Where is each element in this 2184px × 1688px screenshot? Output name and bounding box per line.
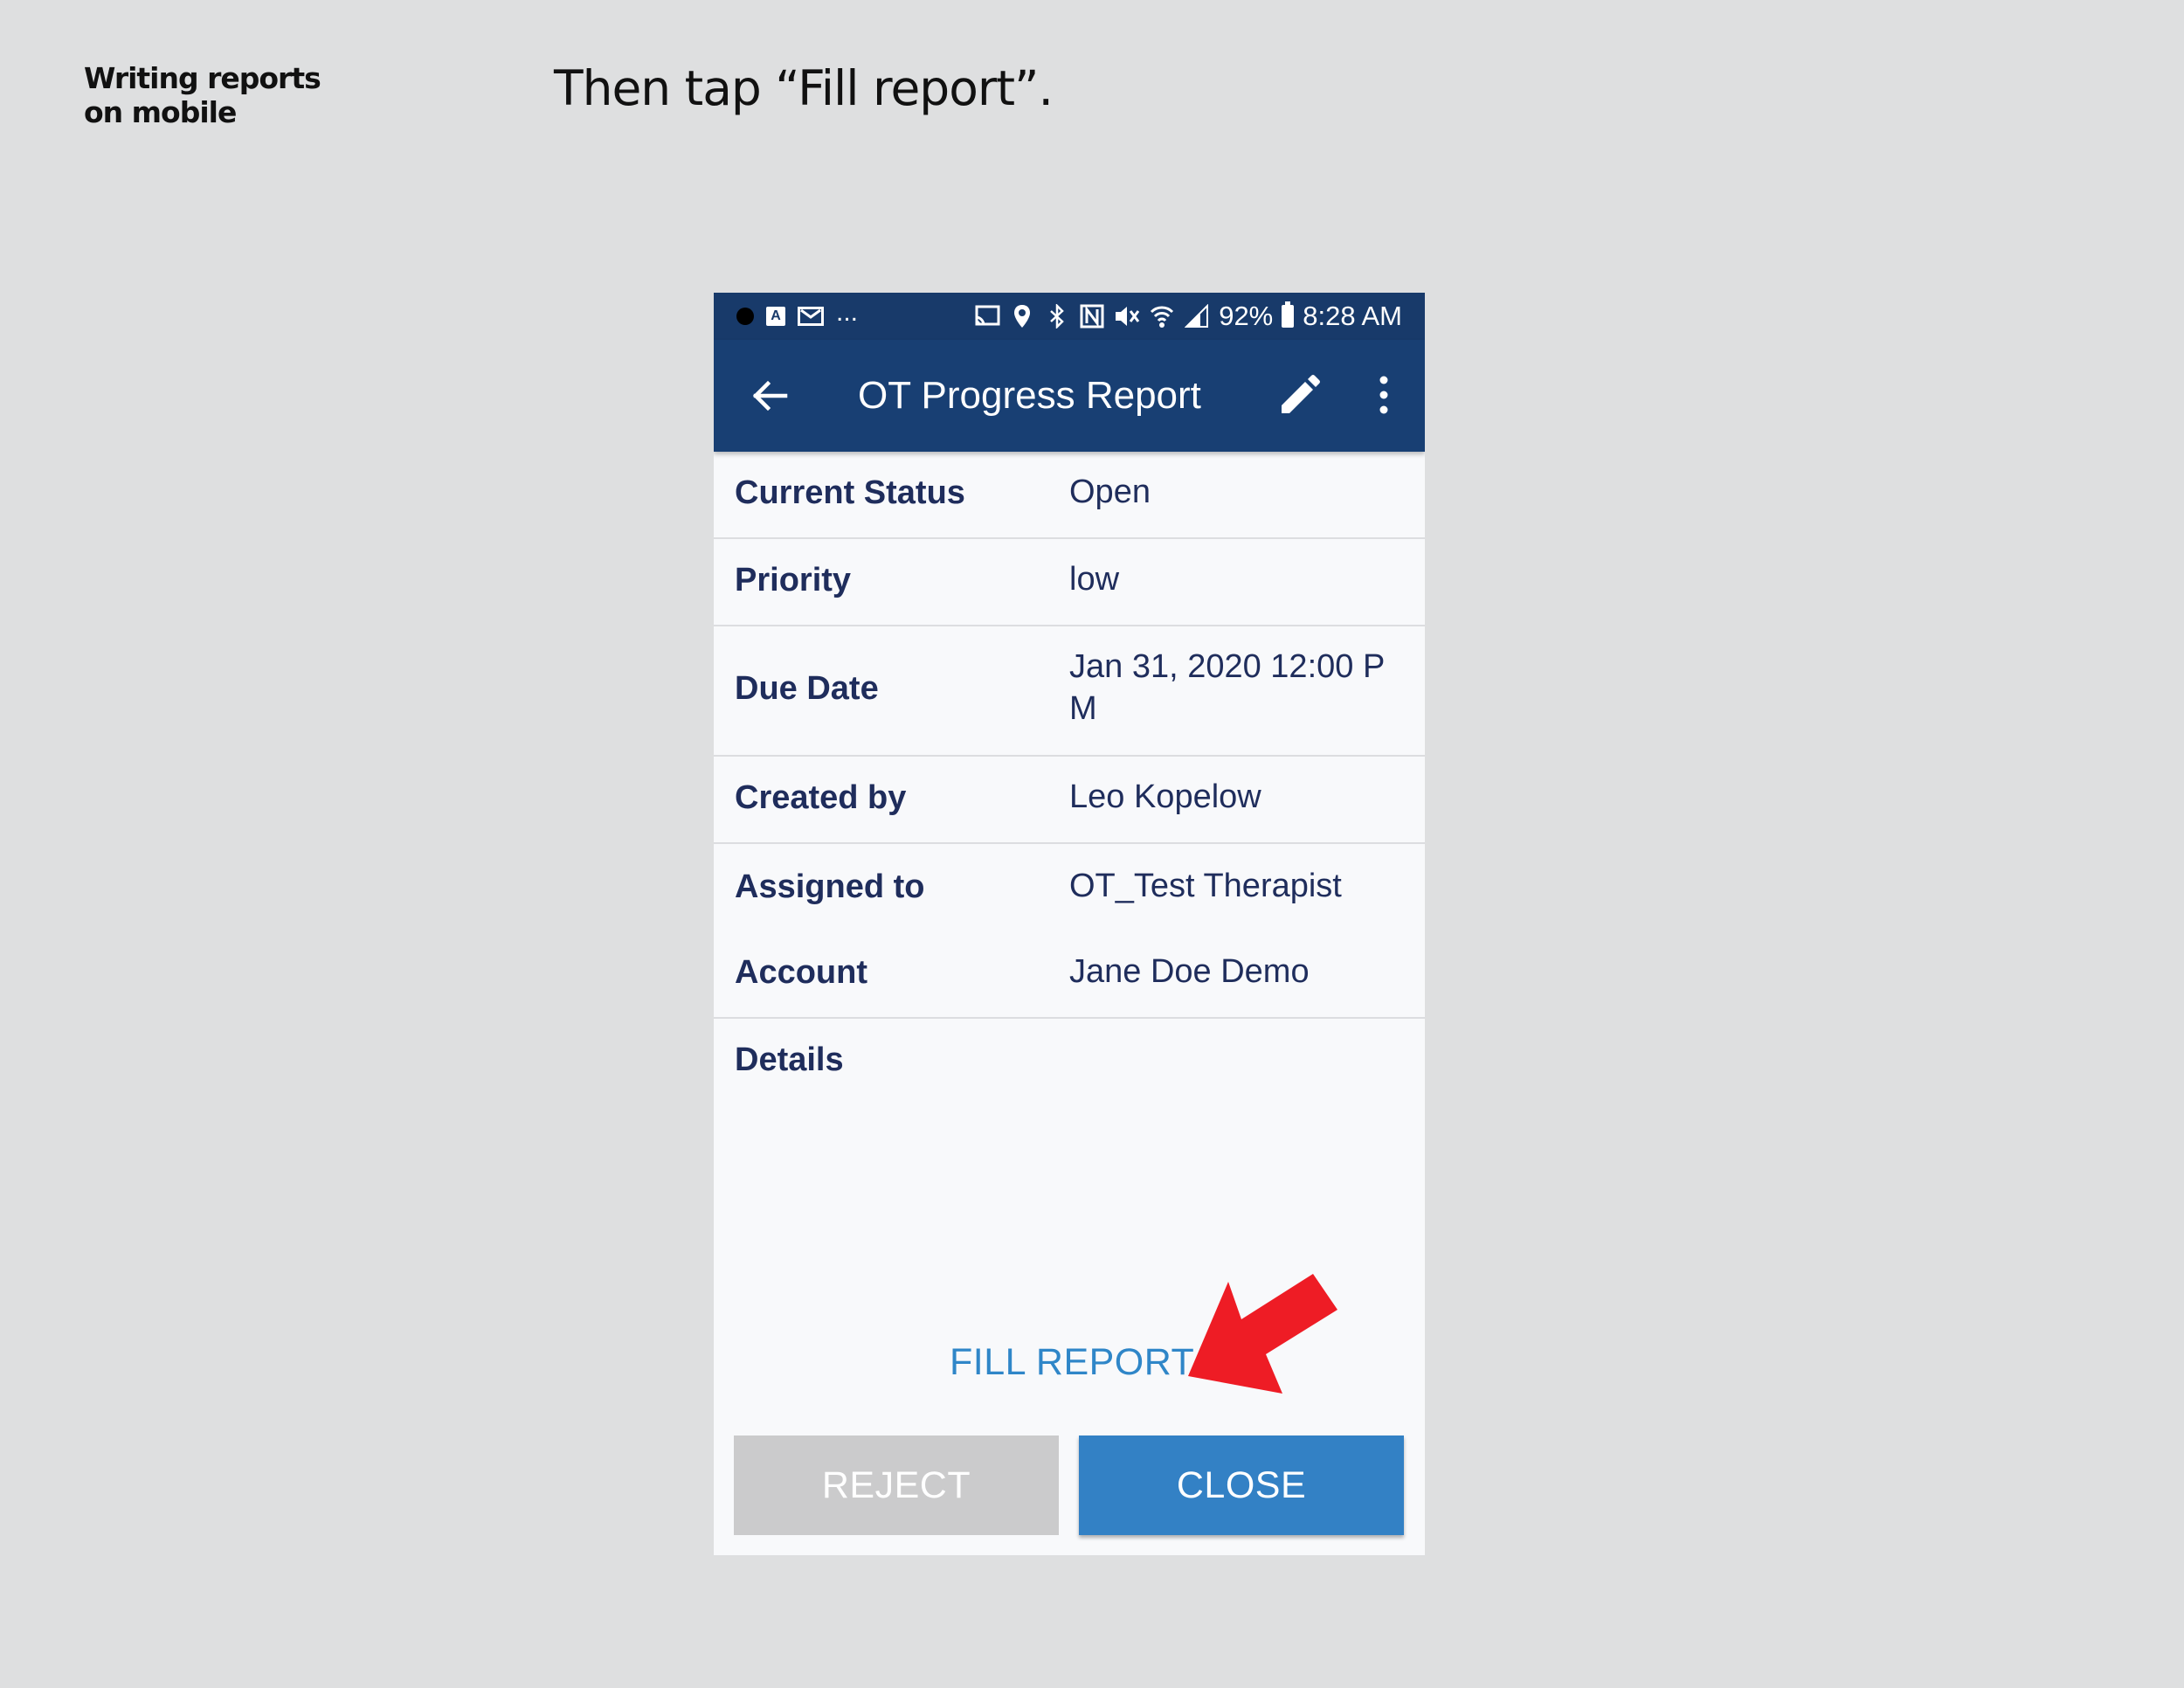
detail-value: Jane Doe Demo <box>1069 953 1310 990</box>
detail-value: Leo Kopelow <box>1069 778 1261 815</box>
slide-label-line-1: Writing reports <box>84 61 321 95</box>
edit-button[interactable] <box>1276 373 1322 419</box>
bluetooth-icon <box>1044 303 1070 329</box>
detail-value: Open <box>1069 474 1151 510</box>
detail-row-priority: Priority low <box>714 539 1425 626</box>
detail-label: Current Status <box>735 474 965 511</box>
mute-icon <box>1114 303 1140 329</box>
status-bar: A ... 92% 8:28 AM <box>714 293 1425 340</box>
app-title: OT Progress Report <box>858 374 1201 417</box>
app-notification-icon: A <box>766 307 785 326</box>
more-vertical-icon <box>1379 376 1388 414</box>
detail-label: Details <box>735 1041 844 1078</box>
app-bar: OT Progress Report <box>714 340 1425 452</box>
detail-row-details: Details <box>714 1019 1425 1193</box>
back-button[interactable] <box>749 375 791 417</box>
wifi-icon <box>1149 303 1175 329</box>
detail-label: Created by <box>735 779 907 816</box>
signal-icon <box>1184 303 1210 329</box>
status-bar-left: A ... <box>736 298 859 331</box>
notification-dot-icon <box>736 308 754 325</box>
overflow-menu-button[interactable] <box>1371 371 1397 420</box>
battery-icon <box>1282 301 1295 328</box>
detail-row-created-by: Created by Leo Kopelow <box>714 757 1425 844</box>
arrow-left-icon <box>752 380 788 412</box>
detail-label: Due Date <box>735 670 879 707</box>
fill-report-button[interactable]: FILL REPORT <box>950 1341 1194 1384</box>
detail-row-assigned-to: Assigned to OT_Test Therapist <box>714 844 1425 931</box>
detail-row-account: Account Jane Doe Demo <box>714 931 1425 1019</box>
nfc-icon <box>1079 303 1105 329</box>
details-list: Current Status Open Priority low Due Dat… <box>714 452 1425 1193</box>
cast-icon <box>974 303 1000 329</box>
detail-label: Account <box>735 954 867 991</box>
close-button[interactable]: CLOSE <box>1079 1435 1404 1535</box>
detail-row-due-date: Due Date Jan 31, 2020 12:00 PM <box>714 626 1425 757</box>
detail-value: low <box>1069 561 1120 598</box>
pencil-icon <box>1282 375 1320 413</box>
red-arrow-annotation-icon <box>1188 1274 1337 1394</box>
detail-label: Assigned to <box>735 868 925 905</box>
clock: 8:28 AM <box>1303 301 1402 331</box>
detail-label: Priority <box>735 562 852 598</box>
slide-label-line-2: on mobile <box>84 95 237 129</box>
status-bar-right: 92% 8:28 AM <box>974 300 1402 333</box>
more-notifications-icon: ... <box>836 298 859 327</box>
detail-value: Jan 31, 2020 12:00 PM <box>1069 648 1386 727</box>
slide-label: Writing reports on mobile <box>84 61 346 129</box>
battery-percentage: 92% <box>1219 301 1274 331</box>
detail-value: OT_Test Therapist <box>1069 868 1342 904</box>
slide-heading: Then tap “Fill report”. <box>554 60 1054 116</box>
gmail-icon <box>798 307 824 326</box>
reject-button[interactable]: REJECT <box>734 1435 1059 1535</box>
detail-row-current-status: Current Status Open <box>714 452 1425 539</box>
location-icon <box>1009 303 1035 329</box>
